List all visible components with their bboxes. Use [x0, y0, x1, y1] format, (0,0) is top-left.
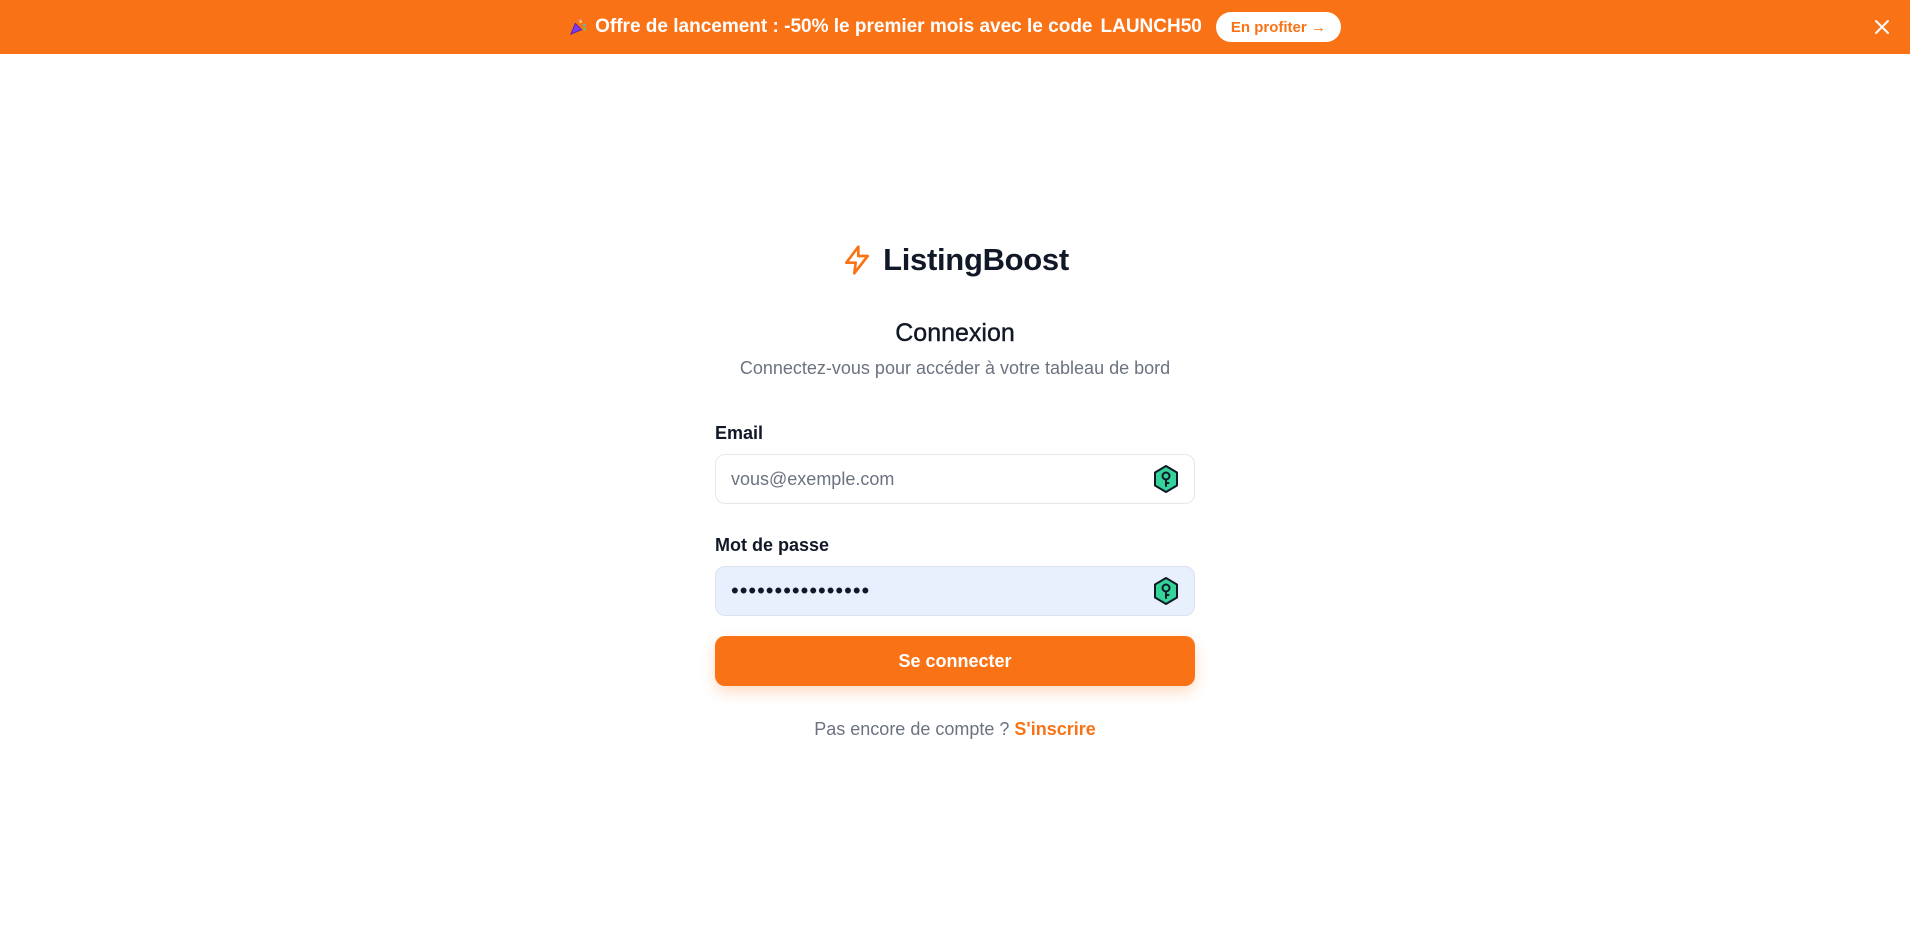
email-field-wrapper: [715, 454, 1195, 504]
party-popper-icon: [570, 18, 586, 36]
signup-link[interactable]: S'inscrire: [1014, 719, 1095, 739]
password-manager-key-icon[interactable]: [1151, 576, 1181, 606]
password-label: Mot de passe: [715, 535, 830, 555]
page-subtitle: Connectez-vous pour accéder à votre tabl…: [739, 358, 1171, 378]
login-form: Email Mot de passe Se connecter: [715, 420, 1195, 686]
signup-prompt-text: Pas encore de compte ?: [814, 719, 1010, 739]
email-label: Email: [715, 423, 764, 443]
login-submit-button[interactable]: Se connecter: [715, 636, 1195, 686]
page-title: Connexion: [895, 319, 1015, 347]
password-field-wrapper: [715, 566, 1195, 616]
promo-code: LAUNCH50: [1100, 16, 1202, 37]
brand-name: ListingBoost: [883, 242, 1069, 277]
promo-cta-button[interactable]: En profiter →: [1215, 12, 1341, 42]
password-field[interactable]: [715, 566, 1195, 616]
signup-prompt: Pas encore de compte ? S'inscrire: [0, 719, 1910, 740]
promo-text: Offre de lancement : -50% le premier moi…: [569, 16, 1202, 38]
password-manager-key-icon[interactable]: [1151, 464, 1181, 494]
brand-logo: ListingBoost: [0, 242, 1910, 278]
close-icon[interactable]: [1870, 15, 1894, 39]
promo-banner-content: Offre de lancement : -50% le premier moi…: [569, 12, 1341, 42]
promo-banner: Offre de lancement : -50% le premier moi…: [0, 0, 1910, 54]
email-field[interactable]: [715, 454, 1195, 504]
promo-text-prefix: Offre de lancement : -50% le premier moi…: [595, 16, 1093, 37]
lightning-bolt-icon: [845, 245, 870, 275]
